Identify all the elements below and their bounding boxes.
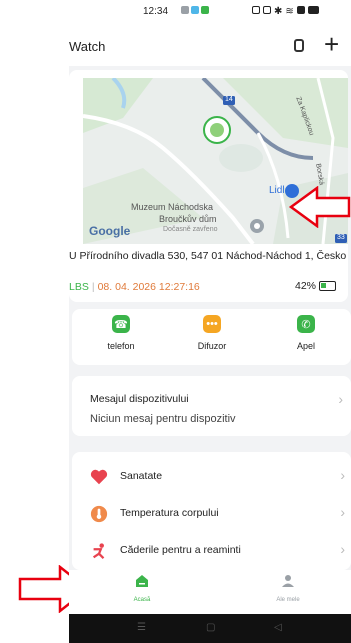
map-label-store: Lidl bbox=[269, 185, 285, 196]
signal-icon bbox=[296, 6, 305, 14]
difuzor-button[interactable]: ••• Difuzor bbox=[182, 315, 242, 351]
apel-button[interactable]: ✆ Apel bbox=[276, 315, 336, 351]
phone-contact-icon: ☎ bbox=[112, 315, 130, 333]
user-icon bbox=[282, 575, 294, 587]
battery-fill bbox=[321, 283, 327, 288]
map-label-museum-3: Dočasně zavřeno bbox=[163, 226, 218, 233]
app-header: Watch + bbox=[69, 26, 351, 66]
app-icon bbox=[191, 6, 199, 14]
nfc-icon bbox=[252, 6, 260, 14]
system-icons: ✱ ≋ bbox=[252, 6, 319, 17]
location-meta-row: LBS | 08. 04. 2026 12:27:16 42% bbox=[69, 280, 348, 293]
menu-icon[interactable]: ☰ bbox=[137, 622, 146, 633]
home-button-icon[interactable]: ▢ bbox=[206, 622, 215, 633]
thermometer-icon bbox=[90, 505, 108, 523]
device-message-title: Mesajul dispozitivului bbox=[90, 393, 189, 405]
status-time: 12:34 bbox=[143, 6, 169, 17]
device-message-subtitle: Niciun mesaj pentru dispozitiv bbox=[90, 413, 236, 425]
phone-screen: 12:34 ✱ ≋ Watch + Lidl Muzeum Náchodska … bbox=[69, 0, 351, 643]
back-icon[interactable]: ◁ bbox=[274, 622, 282, 633]
vibrate-icon bbox=[263, 6, 271, 14]
chevron-right-icon: › bbox=[340, 504, 345, 520]
location-datetime: 08. 04. 2026 12:27:16 bbox=[97, 281, 200, 293]
system-navigation-bar: ☰ ▢ ◁ bbox=[69, 614, 351, 643]
gear-icon bbox=[181, 6, 189, 14]
heart-icon bbox=[90, 469, 108, 485]
watch-icon[interactable] bbox=[294, 39, 304, 52]
status-bar: 12:34 ✱ ≋ bbox=[69, 0, 351, 26]
list-item-temperatura[interactable]: Temperatura corpului › bbox=[90, 501, 345, 531]
chevron-right-icon: › bbox=[338, 391, 343, 407]
battery-indicator: 42% bbox=[295, 280, 336, 292]
telefon-label: telefon bbox=[107, 341, 135, 351]
telefon-button[interactable]: ☎ telefon bbox=[91, 315, 151, 351]
battery-status-icon bbox=[307, 6, 319, 14]
map-label-museum: Muzeum Náchodska bbox=[131, 202, 214, 212]
fall-person-icon bbox=[92, 543, 105, 559]
battery-percent: 42% bbox=[294, 280, 316, 292]
nav-home[interactable]: Acasă bbox=[112, 574, 172, 603]
nav-mine-label: Ale mele bbox=[276, 597, 300, 603]
screenshot-root: 12:34 ✱ ≋ Watch + Lidl Muzeum Náchodska … bbox=[0, 0, 351, 643]
home-icon bbox=[136, 575, 148, 587]
location-source: LBS bbox=[69, 281, 89, 293]
road-badge: 14 bbox=[225, 96, 233, 103]
quick-actions-card: ☎ telefon ••• Difuzor ✆ Apel bbox=[72, 309, 351, 365]
nav-mine[interactable]: Ale mele bbox=[258, 574, 318, 603]
meta-separator: | bbox=[91, 281, 95, 293]
battery-icon bbox=[319, 281, 336, 291]
list-item-sanatate[interactable]: Sanatate › bbox=[90, 464, 345, 494]
nav-home-label: Acasă bbox=[133, 597, 151, 603]
device-message-card[interactable]: Mesajul dispozitivului Niciun mesaj pent… bbox=[72, 376, 351, 436]
list-item-label: Sanatate bbox=[120, 470, 163, 482]
features-list-card: Sanatate › Temperatura corpului › Căderi… bbox=[72, 452, 351, 570]
app-icon-2 bbox=[201, 6, 209, 14]
map-label-museum-2: Broučkův dům bbox=[159, 214, 217, 224]
wifi-icon: ≋ bbox=[285, 6, 294, 17]
list-item-label: Temperatura corpului bbox=[120, 507, 219, 519]
road-badge-2: 33 bbox=[337, 234, 345, 241]
chat-bubble-icon: ••• bbox=[203, 315, 221, 333]
notification-icons bbox=[181, 6, 209, 14]
chevron-right-icon: › bbox=[340, 541, 345, 557]
google-logo: Google bbox=[89, 224, 131, 238]
call-icon: ✆ bbox=[297, 315, 315, 333]
apel-label: Apel bbox=[296, 341, 315, 351]
list-item-caderile[interactable]: Căderile pentru a reaminti › bbox=[90, 538, 345, 568]
chevron-right-icon: › bbox=[340, 467, 345, 483]
bottom-navigation: Acasă Ale mele bbox=[69, 570, 351, 614]
bluetooth-icon: ✱ bbox=[274, 6, 283, 17]
list-item-label: Căderile pentru a reaminti bbox=[120, 544, 241, 556]
red-arrow-right-annotation bbox=[288, 186, 351, 228]
add-device-button[interactable]: + bbox=[324, 31, 339, 57]
location-address: U Přírodního divadla 530, 547 01 Náchod-… bbox=[69, 250, 347, 262]
difuzor-label: Difuzor bbox=[197, 341, 227, 351]
page-title: Watch bbox=[69, 39, 106, 54]
